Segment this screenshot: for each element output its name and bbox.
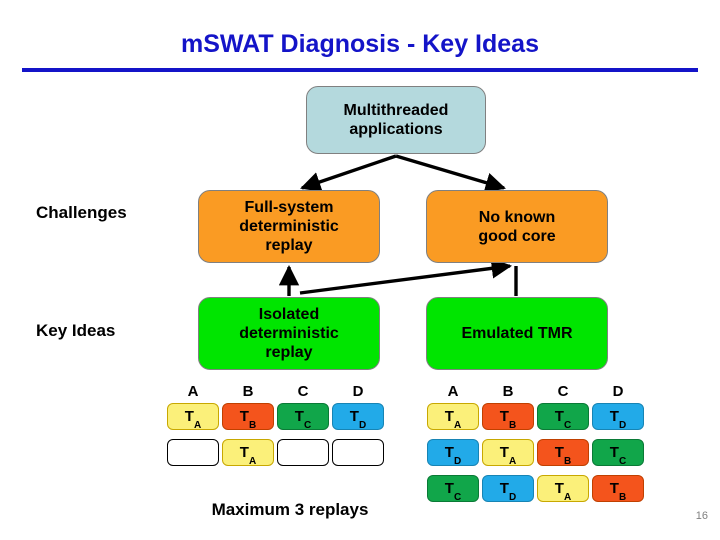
arrow-isolated-to-no-known-core [299, 258, 513, 295]
right-grid-column-header-d: D [612, 383, 624, 400]
right-grid-column-header-a: A [447, 383, 459, 400]
thread-subscript: B [248, 420, 257, 431]
thread-label: TC [444, 480, 462, 503]
right-grid-cell-tb[interactable]: TB [592, 475, 644, 503]
row-label-key-ideas: Key Ideas [36, 321, 116, 340]
right-grid-cell-tc[interactable]: TC [537, 403, 589, 431]
box-multithreaded-applications[interactable]: Multithreaded applications [306, 86, 486, 154]
caption-maximum-replays: Maximum 3 replays [211, 500, 369, 519]
box-full-system-line1: Full-system [244, 199, 334, 216]
box-multithreaded-line1: Multithreaded [343, 102, 449, 119]
thread-label: TC [554, 408, 572, 431]
thread-label: TA [239, 444, 257, 467]
right-grid-column-header-c: C [557, 383, 569, 400]
left-grid-cell-ta[interactable]: TA [222, 439, 274, 467]
right-grid-cell-ta[interactable]: TA [537, 475, 589, 503]
right-grid-column-header-b: B [502, 383, 514, 400]
right-grid-cell-tb[interactable]: TB [537, 439, 589, 467]
thread-subscript: C [303, 420, 312, 431]
thread-subscript: B [618, 492, 627, 503]
thread-subscript: A [508, 456, 517, 467]
thread-label: TB [609, 480, 627, 503]
thread-subscript: D [618, 420, 627, 431]
thread-label: TD [499, 480, 517, 503]
right-grid-cell-tb[interactable]: TB [482, 403, 534, 431]
thread-subscript: D [358, 420, 367, 431]
thread-label: TB [239, 408, 257, 431]
title-divider [22, 68, 698, 72]
thread-subscript: C [453, 492, 462, 503]
box-emulated-tmr[interactable]: Emulated TMR [426, 297, 608, 370]
thread-subscript: A [193, 420, 202, 431]
thread-label: TA [444, 408, 462, 431]
box-no-known-core-line2: good core [478, 227, 556, 245]
left-grid-column-header-c: C [297, 383, 309, 400]
thread-subscript: D [508, 492, 517, 503]
thread-label: TB [499, 408, 517, 431]
thread-label: TB [554, 444, 572, 467]
right-grid-cell-td[interactable]: TD [427, 439, 479, 467]
left-grid-cell-empty[interactable] [277, 439, 329, 466]
thread-subscript: A [248, 456, 257, 467]
page-number: 16 [695, 510, 708, 522]
thread-label: TA [499, 444, 517, 467]
left-grid-cell-ta[interactable]: TA [167, 403, 219, 431]
right-grid-cell-ta[interactable]: TA [482, 439, 534, 467]
box-isolated-replay-line1: Isolated [258, 306, 320, 323]
thread-subscript: C [563, 420, 572, 431]
left-grid-cell-empty[interactable] [167, 439, 219, 466]
left-grid-cell-td[interactable]: TD [332, 403, 384, 431]
box-full-system-line2: deterministic [239, 218, 339, 235]
thread-subscript: D [453, 456, 462, 467]
thread-subscript: A [563, 492, 572, 503]
page-title: mSWAT Diagnosis - Key Ideas [181, 30, 539, 58]
box-no-known-core-line1: No known [478, 208, 556, 226]
row-label-challenges: Challenges [36, 203, 127, 222]
arrow-apps-to-no-known-core [395, 154, 506, 193]
thread-label: TA [554, 480, 572, 503]
arrow-apps-to-full-system [300, 154, 397, 192]
thread-label: TD [349, 408, 367, 431]
thread-label: TC [609, 444, 627, 467]
left-grid-column-header-a: A [187, 383, 199, 400]
right-grid-cell-td[interactable]: TD [482, 475, 534, 503]
left-grid-cell-tb[interactable]: TB [222, 403, 274, 431]
thread-label: TD [609, 408, 627, 431]
box-emulated-tmr-line1: Emulated TMR [461, 325, 573, 342]
box-multithreaded-line2: applications [349, 121, 443, 138]
thread-label: TD [444, 444, 462, 467]
box-isolated-replay-line3: replay [265, 344, 313, 361]
right-grid-cell-ta[interactable]: TA [427, 403, 479, 431]
thread-grid-left: A B C D TA TB TC TD TA [167, 383, 384, 473]
box-isolated-replay-line2: deterministic [239, 325, 339, 342]
slide-canvas: mSWAT Diagnosis - Key Ideas Challenges K… [0, 0, 720, 540]
thread-subscript: C [618, 456, 627, 467]
left-grid-cell-tc[interactable]: TC [277, 403, 329, 431]
left-grid-column-header-d: D [352, 383, 364, 400]
right-grid-cell-tc[interactable]: TC [427, 475, 479, 503]
left-grid-column-header-b: B [242, 383, 254, 400]
thread-grid-right: A B C D TA TB TC TD TD TA TB TC TC TD TA TB [427, 383, 644, 503]
box-no-known-good-core[interactable]: No known good core [426, 190, 608, 263]
box-full-system-line3: replay [265, 237, 313, 254]
right-grid-cell-td[interactable]: TD [592, 403, 644, 431]
thread-subscript: B [563, 456, 572, 467]
box-full-system-deterministic-replay[interactable]: Full-system deterministic replay [198, 190, 380, 263]
box-isolated-deterministic-replay[interactable]: Isolated deterministic replay [198, 297, 380, 370]
right-grid-cell-tc[interactable]: TC [592, 439, 644, 467]
thread-label: TC [294, 408, 312, 431]
thread-label: TA [184, 408, 202, 431]
left-grid-cell-empty[interactable] [332, 439, 384, 466]
thread-subscript: A [453, 420, 462, 431]
thread-subscript: B [508, 420, 517, 431]
